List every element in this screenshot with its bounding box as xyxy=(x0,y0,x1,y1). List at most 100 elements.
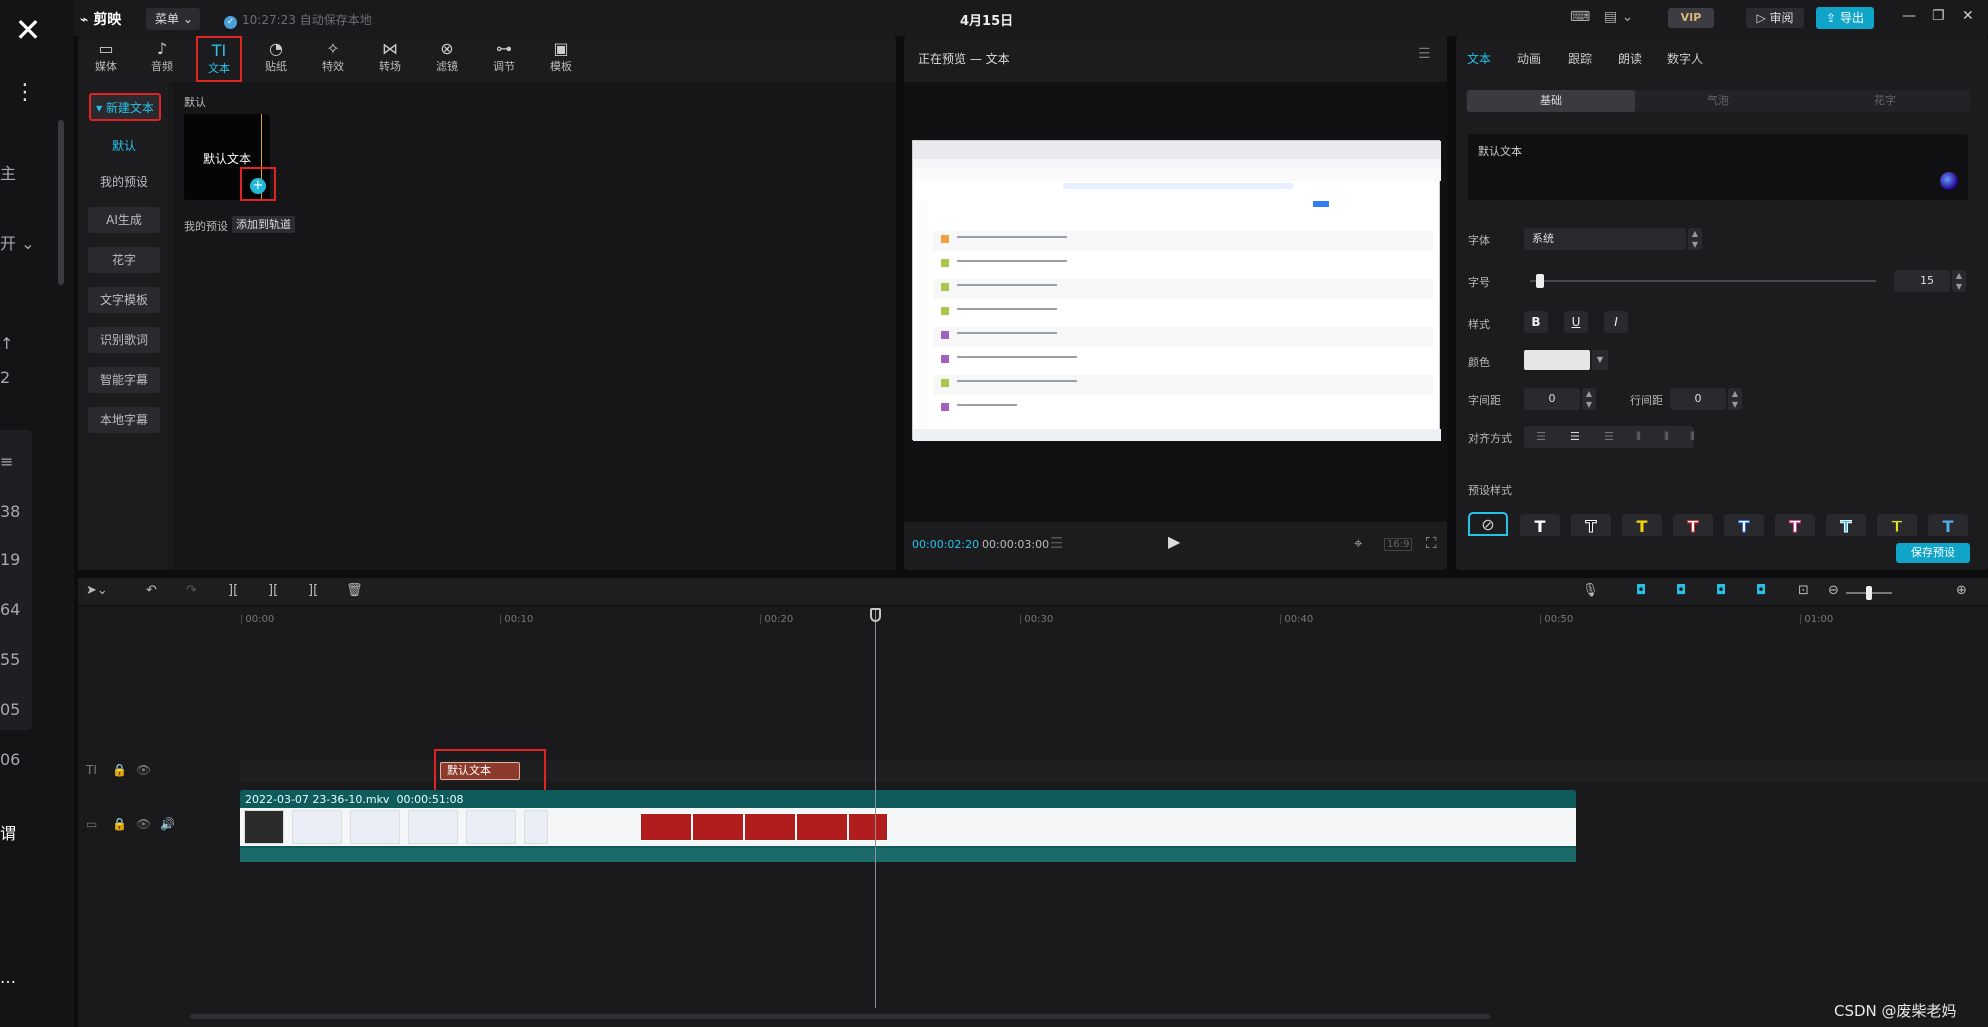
keyboard-icon[interactable]: ⌨ xyxy=(1570,9,1590,25)
scrollbar[interactable] xyxy=(58,120,64,285)
tab-sticker[interactable]: ◔ 贴纸 xyxy=(252,36,300,82)
fullscreen-icon[interactable]: ⛶ xyxy=(1426,534,1437,552)
side-fancy[interactable]: 花字 xyxy=(88,247,160,273)
tab-digital-human[interactable]: 数字人 xyxy=(1667,50,1703,67)
tab-animation[interactable]: 动画 xyxy=(1517,50,1541,67)
tab-audio[interactable]: ♪ 音频 xyxy=(138,36,186,82)
eye-icon[interactable]: 👁 xyxy=(136,817,151,831)
microphone-icon[interactable]: 🎙 xyxy=(1582,583,1599,598)
maximize-icon[interactable]: ❐ xyxy=(1932,8,1945,24)
horizontal-scrollbar[interactable] xyxy=(190,1014,1490,1019)
lock-icon[interactable]: 🔒 xyxy=(112,763,127,777)
align-center-icon[interactable]: ☰ xyxy=(1570,430,1580,443)
new-text-button[interactable]: ▾ 新建文本 xyxy=(89,93,161,121)
tab-media[interactable]: ▭ 媒体 xyxy=(82,36,130,82)
close-icon[interactable]: ✕ xyxy=(10,12,46,48)
more-icon[interactable]: ⋮ xyxy=(14,80,36,105)
ratio-button[interactable]: 16:9 xyxy=(1384,538,1413,551)
font-select[interactable]: 系统 xyxy=(1524,228,1686,250)
subtab-fancy[interactable]: 花字 xyxy=(1801,90,1969,112)
updown-icon[interactable]: ▲ ▼ xyxy=(1582,388,1596,410)
preset-none-icon[interactable]: ⊘ xyxy=(1468,512,1508,536)
tab-read-aloud[interactable]: 朗读 xyxy=(1618,50,1642,67)
align-vbottom-icon[interactable]: ⦀ xyxy=(1690,430,1695,444)
zoom-in-icon[interactable]: ⊕ xyxy=(1956,583,1967,598)
menu-button[interactable]: 菜单 ⌄ xyxy=(146,8,200,30)
close-window-icon[interactable]: ✕ xyxy=(1962,8,1974,24)
layout-icon[interactable]: ▤ ⌄ xyxy=(1604,9,1633,25)
zoom-out-icon[interactable]: ⊖ xyxy=(1828,583,1839,598)
underline-button[interactable]: U xyxy=(1564,311,1588,333)
trim-right-icon[interactable]: ][ xyxy=(308,583,318,598)
trim-left-icon[interactable]: ][ xyxy=(268,583,278,598)
delete-icon[interactable]: 🗑 xyxy=(346,583,363,598)
subtab-bubble[interactable]: 气泡 xyxy=(1634,90,1802,112)
char-spacing-input[interactable]: 0 xyxy=(1524,388,1580,410)
align-vtop-icon[interactable]: ⦀ xyxy=(1636,430,1641,444)
minimize-icon[interactable]: — xyxy=(1902,8,1916,24)
zoom-slider-thumb[interactable] xyxy=(1866,586,1872,600)
size-slider[interactable] xyxy=(1530,280,1876,282)
fit-icon[interactable]: ⊡ xyxy=(1798,583,1809,598)
playhead-handle[interactable] xyxy=(870,608,881,622)
side-my-presets[interactable]: 我的预设 xyxy=(88,169,160,195)
eye-icon[interactable]: 👁 xyxy=(136,763,151,777)
export-button[interactable]: ⇪ 导出 xyxy=(1816,7,1874,29)
preset-style-icon[interactable]: T xyxy=(1673,514,1713,537)
line-spacing-input[interactable]: 0 xyxy=(1670,388,1726,410)
side-lyrics[interactable]: 识别歌词 xyxy=(88,327,160,353)
list-icon[interactable]: ☰ xyxy=(1050,534,1063,552)
size-slider-thumb[interactable] xyxy=(1536,274,1545,288)
size-input[interactable]: 15 xyxy=(1894,270,1950,292)
updown-icon[interactable]: ▲ ▼ xyxy=(1952,270,1966,292)
play-icon[interactable]: ▶ xyxy=(1168,532,1180,551)
split-icon[interactable]: ][ xyxy=(228,583,238,598)
color-swatch[interactable] xyxy=(1524,350,1590,370)
text-clip[interactable]: 默认文本 xyxy=(440,762,520,780)
chevron-down-icon[interactable]: ▼ xyxy=(1592,350,1608,370)
tab-effects[interactable]: ✧ 特效 xyxy=(309,36,357,82)
undo-icon[interactable]: ↶ xyxy=(146,583,157,598)
tab-filter[interactable]: ⊗ 滤镜 xyxy=(423,36,471,82)
preset-style-icon[interactable]: T xyxy=(1775,514,1815,537)
preset-style-icon[interactable]: T xyxy=(1724,514,1764,537)
ai-orb-icon[interactable] xyxy=(1940,172,1958,190)
tab-transition[interactable]: ⋈ 转场 xyxy=(366,36,414,82)
align-right-icon[interactable]: ☰ xyxy=(1604,430,1614,443)
save-preset-button[interactable]: 保存预设 xyxy=(1896,543,1970,563)
updown-icon[interactable]: ▲ ▼ xyxy=(1688,228,1702,250)
tab-text-props[interactable]: 文本 xyxy=(1467,50,1491,67)
tab-template[interactable]: ▣ 模板 xyxy=(537,36,585,82)
side-smart-sub[interactable]: 智能字幕 xyxy=(88,367,160,393)
preset-style-icon[interactable]: T xyxy=(1520,514,1560,536)
updown-icon[interactable]: ▲ ▼ xyxy=(1728,388,1742,410)
link-icon[interactable]: ◘ xyxy=(1676,583,1686,598)
volume-icon[interactable]: 🔊 xyxy=(160,817,175,831)
review-button[interactable]: ▷ 审阅 xyxy=(1746,8,1804,28)
side-ai-gen[interactable]: AI生成 xyxy=(88,207,160,233)
side-local-sub[interactable]: 本地字幕 xyxy=(88,407,160,433)
magnet-icon[interactable]: ◘ xyxy=(1636,583,1646,598)
playhead[interactable] xyxy=(875,608,876,1008)
preset-style-icon[interactable]: T xyxy=(1826,514,1866,537)
preset-style-icon[interactable]: T xyxy=(1622,514,1662,536)
select-tool-icon[interactable]: ➤⌄ xyxy=(86,583,108,598)
tab-text[interactable]: TI 文本 xyxy=(196,36,242,82)
bold-button[interactable]: B xyxy=(1524,311,1548,333)
menu-icon[interactable]: ☰ xyxy=(1418,46,1431,62)
vip-badge[interactable]: VIP xyxy=(1668,8,1714,28)
align-left-icon[interactable]: ☰ xyxy=(1536,430,1546,443)
side-default[interactable]: 默认 xyxy=(88,133,160,159)
side-templates[interactable]: 文字模板 xyxy=(88,287,160,313)
preset-style-icon[interactable]: T xyxy=(1571,514,1611,537)
preset-style-icon[interactable]: T xyxy=(1877,514,1917,537)
time-ruler[interactable] xyxy=(188,608,1988,630)
tab-adjust[interactable]: ⊶ 调节 xyxy=(480,36,528,82)
redo-icon[interactable]: ↷ xyxy=(186,583,197,598)
preview-axis-icon[interactable]: ◘ xyxy=(1716,583,1726,598)
add-icon[interactable]: + xyxy=(250,178,266,194)
snap-icon[interactable]: ◘ xyxy=(1756,583,1766,598)
italic-button[interactable]: I xyxy=(1604,311,1628,333)
screenshot-icon[interactable]: ⌖ xyxy=(1354,534,1362,552)
text-content-field[interactable] xyxy=(1468,134,1968,200)
